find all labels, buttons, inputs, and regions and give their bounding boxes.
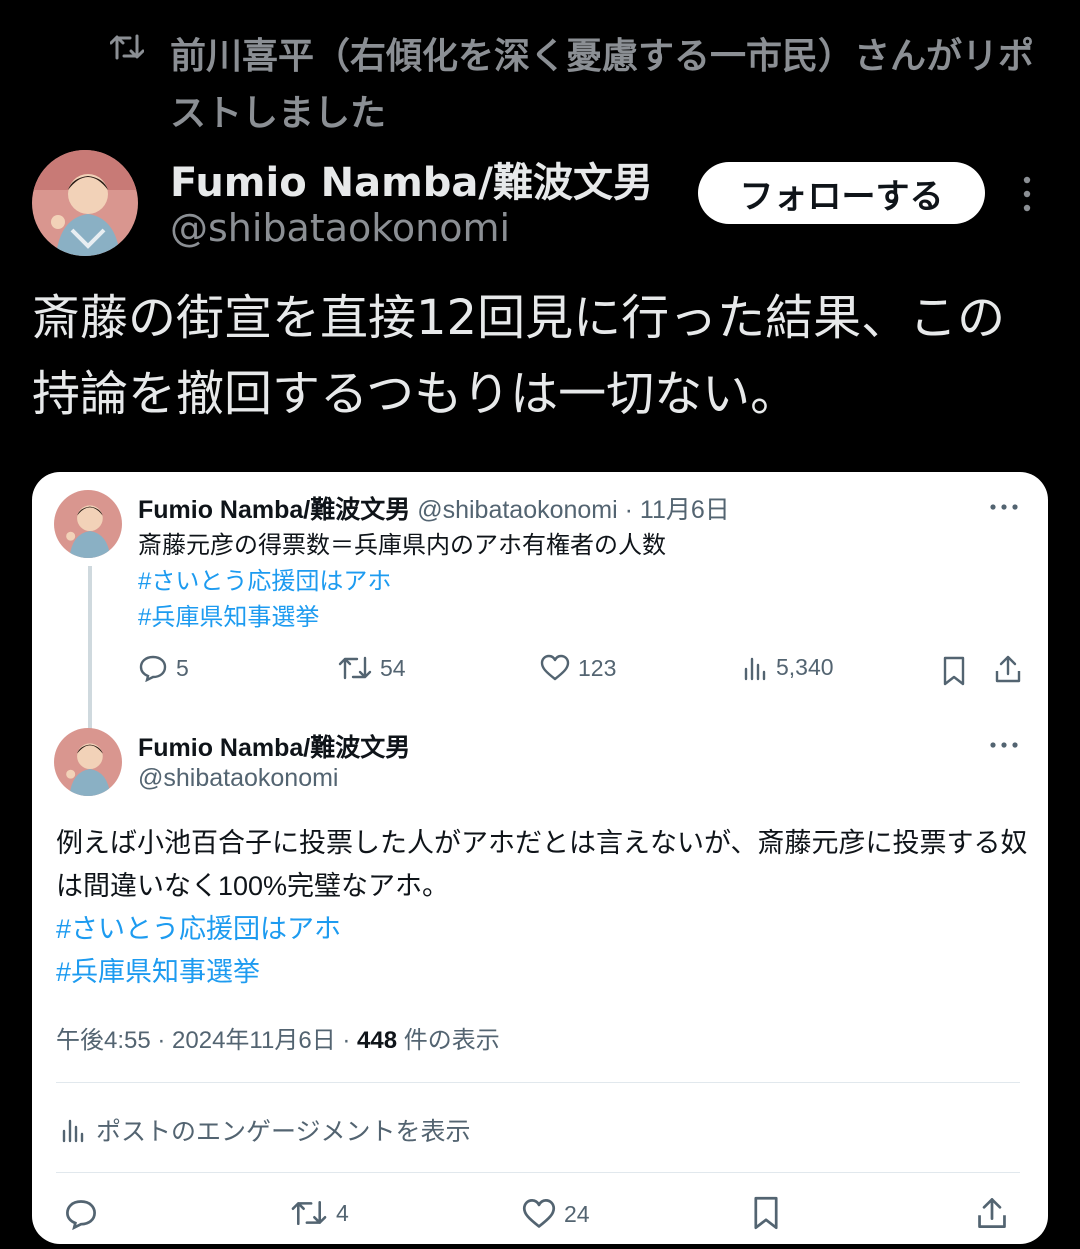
parent-more-icon	[990, 504, 1018, 510]
reply-repost-count: 4	[336, 1199, 349, 1226]
bookmark-icon	[943, 656, 965, 686]
parent-text: 斎藤元彦の得票数＝兵庫県内のアホ有権者の人数	[138, 532, 666, 559]
parent-body: 斎藤元彦の得票数＝兵庫県内のアホ有権者の人数 #さいとう応援団はアホ #兵庫県知…	[138, 528, 666, 636]
reply-actions: 4 24	[32, 1194, 1048, 1234]
divider	[56, 1082, 1020, 1083]
bookmark-icon	[754, 1196, 778, 1230]
reply-like-count: 24	[564, 1200, 590, 1227]
like-icon	[540, 654, 570, 681]
like-icon	[522, 1199, 556, 1228]
share-icon	[978, 1198, 1006, 1228]
follow-button[interactable]: フォローする	[698, 162, 985, 224]
divider	[56, 1172, 1020, 1173]
engagement-link: ポストのエンゲージメントを表示	[60, 1112, 471, 1148]
author-handle[interactable]: @shibataokonomi	[170, 206, 510, 250]
parent-author-name: Fumio Namba/難波文男	[138, 496, 411, 524]
reply-like: 24	[522, 1198, 590, 1230]
parent-hashtag-1: #さいとう応援団はアホ	[138, 568, 392, 595]
reply-icon	[66, 1200, 96, 1230]
post-text: 斎藤の街宣を直接12回見に行った結果、この持論を撤回するつもりは一切ない。	[32, 290, 1006, 422]
reply-hashtag-1: #さいとう応援団はアホ	[56, 914, 342, 944]
more-options-icon[interactable]	[1014, 174, 1040, 214]
repost-icon	[338, 656, 372, 680]
parent-actions: 5 54 123 5,340	[138, 654, 1028, 690]
repost-icon	[291, 1201, 327, 1225]
views-icon	[62, 1119, 84, 1143]
repost-text[interactable]: 前川喜平（右傾化を深く憂慮する一市民）さんがリポストしました	[170, 28, 1065, 142]
parent-like-count: 123	[578, 654, 617, 681]
parent-hashtag-2: #兵庫県知事選挙	[138, 604, 320, 631]
reply-icon	[139, 655, 167, 682]
reply-avatar	[54, 728, 122, 796]
parent-views: 5,340	[742, 654, 834, 681]
author-name[interactable]: Fumio Namba/難波文男	[170, 150, 653, 208]
repost-icon	[110, 34, 144, 60]
reply-text: 例えば小池百合子に投票した人がアホだとは言えないが、斎藤元彦に投票する奴は間違い…	[56, 828, 1028, 901]
reply-more-icon	[990, 742, 1018, 748]
quoted-screenshot-card[interactable]: Fumio Namba/難波文男 @shibataokonomi · 11月6日…	[32, 472, 1048, 1244]
parent-repost-count: 54	[380, 654, 406, 681]
parent-reply: 5	[138, 654, 189, 682]
reply-hashtag-2: #兵庫県知事選挙	[56, 957, 261, 987]
reply-author-name: Fumio Namba/難波文男	[138, 734, 411, 762]
parent-repost: 54	[338, 654, 406, 682]
parent-reply-count: 5	[176, 654, 189, 681]
post-screen: 前川喜平（右傾化を深く憂慮する一市民）さんがリポストしました Fumio Nam…	[0, 0, 1080, 1249]
views-icon	[744, 657, 766, 680]
reply-view-suffix: 件の表示	[397, 1027, 500, 1054]
parent-view-count: 5,340	[776, 654, 834, 680]
reply-time: 午後4:55 · 2024年11月6日 ·	[56, 1027, 358, 1054]
reply-body: 例えば小池百合子に投票した人がアホだとは言えないが、斎藤元彦に投票する奴は間違い…	[56, 822, 1028, 994]
parent-avatar	[54, 490, 122, 558]
reply-repost: 4	[290, 1198, 349, 1228]
reply-view-count: 448	[357, 1027, 398, 1054]
engagement-label: ポストのエンゲージメントを表示	[96, 1118, 471, 1146]
reply-timestamp: 午後4:55 · 2024年11月6日 · 448 件の表示	[56, 1020, 500, 1055]
parent-handle-date: @shibataokonomi · 11月6日	[417, 496, 730, 524]
repost-indicator: 前川喜平（右傾化を深く憂慮する一市民）さんがリポストしました	[110, 28, 1065, 142]
parent-like: 123	[540, 654, 616, 682]
author-avatar[interactable]	[32, 150, 138, 256]
parent-header: Fumio Namba/難波文男 @shibataokonomi · 11月6日	[138, 490, 730, 526]
share-icon	[995, 655, 1021, 683]
reply-author-handle: @shibataokonomi	[138, 764, 339, 792]
